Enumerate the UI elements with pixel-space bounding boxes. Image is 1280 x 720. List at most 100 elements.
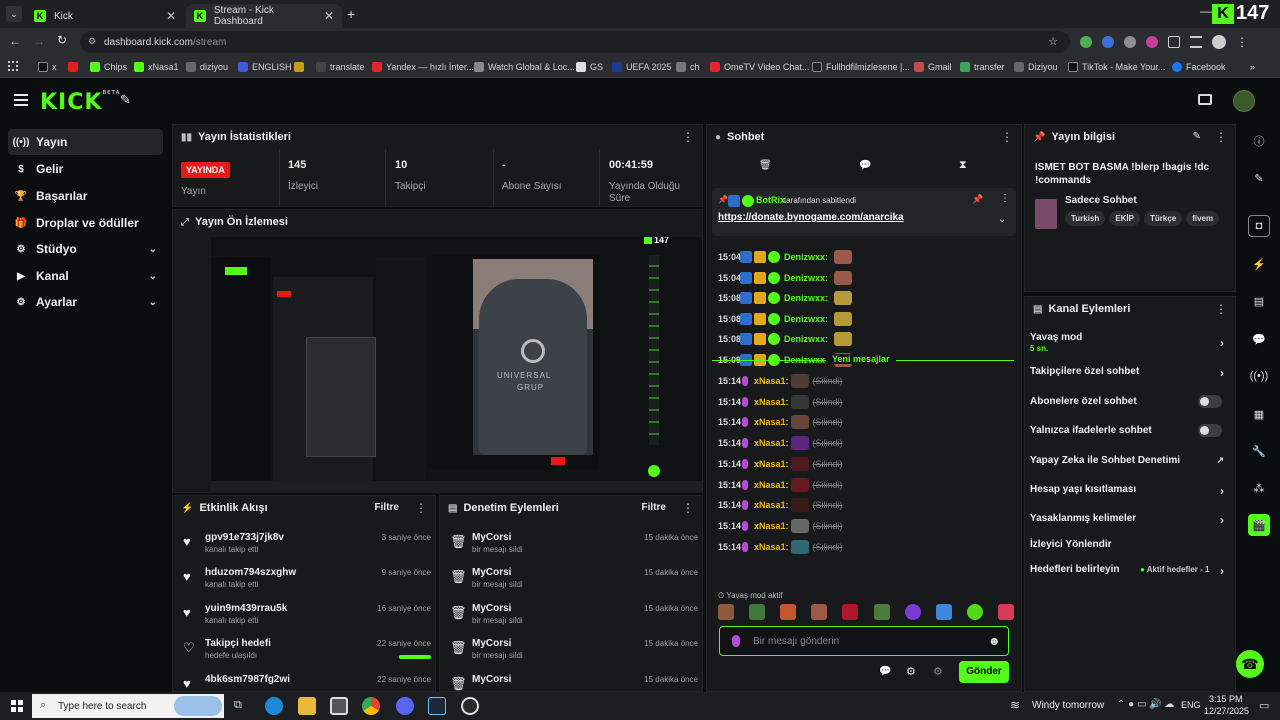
extension-icon[interactable] [1124,36,1136,48]
toggle-switch[interactable] [1198,395,1222,408]
pinned-link[interactable]: https://donate.bynogame.com/anarcika [718,212,904,223]
message-username[interactable]: Denizwxx: [784,293,828,303]
taskbar-search[interactable]: ⌕ Type here to search [32,694,224,718]
emote-button[interactable] [718,604,734,620]
emote-button[interactable] [904,604,921,620]
chrome-icon[interactable] [362,697,380,715]
message-username[interactable]: xNasa1: [754,438,789,448]
message-username[interactable]: xNasa1: [754,459,789,469]
bookmark[interactable] [294,60,308,74]
toggle-switch[interactable] [1198,424,1222,437]
chat-message[interactable]: 15:08 Denizwxx: [718,310,853,328]
chat-message[interactable]: 15:14 xNasa1: (Silindi) [718,517,843,535]
bookmark[interactable]: transfer [960,60,1005,74]
sidebar-item-droplar[interactable]: 🎁 Droplar ve ödüller [8,210,163,236]
new-tab-button[interactable]: + [347,6,355,22]
message-username[interactable]: Denizwxx: [784,252,828,262]
stream-preview-video[interactable]: UNIVERSAL GRUP 147 [211,237,702,493]
extension-icon[interactable] [1146,36,1158,48]
forward-icon[interactable]: → [33,34,45,48]
category-name[interactable]: Sadece Sohbet [1065,195,1137,206]
bookmark[interactable]: ENGLISH [238,60,292,74]
chat-bubble-icon[interactable]: 💬 [879,666,891,677]
chat-message[interactable]: 15:14 xNasa1: (Silindi) [718,393,843,411]
windows-start-icon[interactable] [11,700,23,712]
task-view-icon[interactable]: ⧉ [234,699,242,712]
message-username[interactable]: xNasa1: [754,417,789,427]
more-options-icon[interactable]: ⋮ [1215,303,1227,315]
steam-icon[interactable] [428,697,446,715]
gift-icon[interactable]: ⚙ [933,665,943,678]
settings-icon[interactable]: ⚙ [906,665,916,678]
emote-button[interactable] [842,604,859,620]
bookmark[interactable]: OmeTV Video Chat... [710,60,809,74]
chat-message[interactable]: 15:04 Denizwxx: [718,248,853,266]
mic-icon[interactable] [732,635,740,647]
clapperboard-icon[interactable]: 🎬 [1248,514,1270,536]
nodes-icon[interactable]: ⁂ [1248,477,1270,499]
info-icon[interactable]: ⓘ [1248,130,1270,152]
bookmark[interactable]: Watch Global & Loc... [474,60,575,74]
extension-icon[interactable] [1102,36,1114,48]
sidebar-item-gelir[interactable]: $ Gelir [8,156,163,182]
category-thumbnail[interactable] [1035,199,1057,229]
message-username[interactable]: xNasa1: [754,376,789,386]
action-followers-only[interactable]: Takipçilere özel sohbet › [1030,366,1230,380]
chat-message[interactable]: 15:04 Denizwxx: [718,269,853,287]
tag[interactable]: EKİP [1109,211,1140,226]
more-options-icon[interactable]: ⋮ [682,131,694,143]
chat-message[interactable]: 15:14 xNasa1: (Silindi) [718,372,843,390]
chat-bubble-icon[interactable]: 💬 [859,160,871,171]
discord-icon[interactable] [396,697,414,715]
list-icon[interactable]: ▤ [1248,290,1270,312]
chat-input[interactable]: Bir mesajı gönderin ☻ [719,626,1009,656]
sidebar-item-basarilar[interactable]: 🏆 Başarılar [8,183,163,209]
wallet-icon[interactable] [1198,94,1212,105]
chat-message[interactable]: 15:14 xNasa1: (Silindi) [718,455,843,473]
bookmark[interactable]: Gmail [914,60,952,74]
emote-button[interactable] [873,604,890,620]
sidebar-item-yayin[interactable]: ((•)) Yayın [8,129,163,155]
sidebar-item-kanal[interactable]: ▶ Kanal ⌄ [8,263,163,289]
bookmark[interactable]: Diziyou [1014,60,1058,74]
tab-stream-dashboard[interactable]: K Stream - Kick Dashboard ✕ [186,4,342,28]
edit-icon[interactable]: ✎ [1248,167,1270,189]
emote-button[interactable] [811,604,828,620]
action-account-age[interactable]: Hesap yaşı kısıtlaması › [1030,484,1230,498]
message-username[interactable]: Denizwxx: [784,273,828,283]
more-options-icon[interactable]: ⋮ [1001,131,1013,143]
action-slow-mode[interactable]: Yavaş mod 5 sn. › [1030,332,1230,354]
emote-button[interactable] [966,604,983,620]
reload-icon[interactable]: ↻ [57,33,67,47]
message-username[interactable]: xNasa1: [754,521,789,531]
pinned-by-user[interactable]: BotRix [756,195,785,205]
sidebar-item-ayarlar[interactable]: ⚙ Ayarlar ⌄ [8,289,163,315]
puzzle-icon[interactable] [1168,36,1180,48]
bookmark[interactable]: GS [576,60,603,74]
tray-icons[interactable]: ⌃ ● ▭ 🔊 ☁ [1117,699,1174,710]
extension-icon[interactable] [1080,36,1092,48]
tag[interactable]: fivem [1186,211,1220,226]
chat-message[interactable]: 15:08 Denizwxx: [718,289,853,307]
apps-grid-icon[interactable] [8,61,18,71]
chat-message[interactable]: 15:14 xNasa1: (Silindi) [718,476,843,494]
media-icon[interactable] [1190,36,1202,48]
layers-icon[interactable]: ▦ [1248,403,1270,425]
message-username[interactable]: xNasa1: [754,480,789,490]
tag[interactable]: Turkish [1065,211,1106,226]
bookmark[interactable]: UEFA 2025 [612,60,672,74]
chat-bubble-icon[interactable]: 💬 [1248,328,1270,350]
bookmark-star-icon[interactable]: ☆ [1048,35,1058,48]
bookmark[interactable]: Yandex — hızlı İnter... [372,60,474,74]
language-indicator[interactable]: ENG [1181,700,1201,710]
profile-avatar[interactable] [1212,35,1226,49]
more-options-icon[interactable]: ⋮ [1000,193,1010,204]
sidebar-item-studyo[interactable]: ⚙ Stüdyo ⌄ [8,236,163,262]
close-icon[interactable]: ✕ [166,9,176,23]
chat-message[interactable]: 15:14 xNasa1: (Silindi) [718,538,843,556]
hamburger-icon[interactable] [14,94,28,106]
obs-icon[interactable] [461,697,479,715]
notification-icon[interactable]: ▭ [1259,699,1269,712]
chevron-down-icon[interactable]: ⌄ [998,214,1006,225]
message-username[interactable]: xNasa1: [754,542,789,552]
